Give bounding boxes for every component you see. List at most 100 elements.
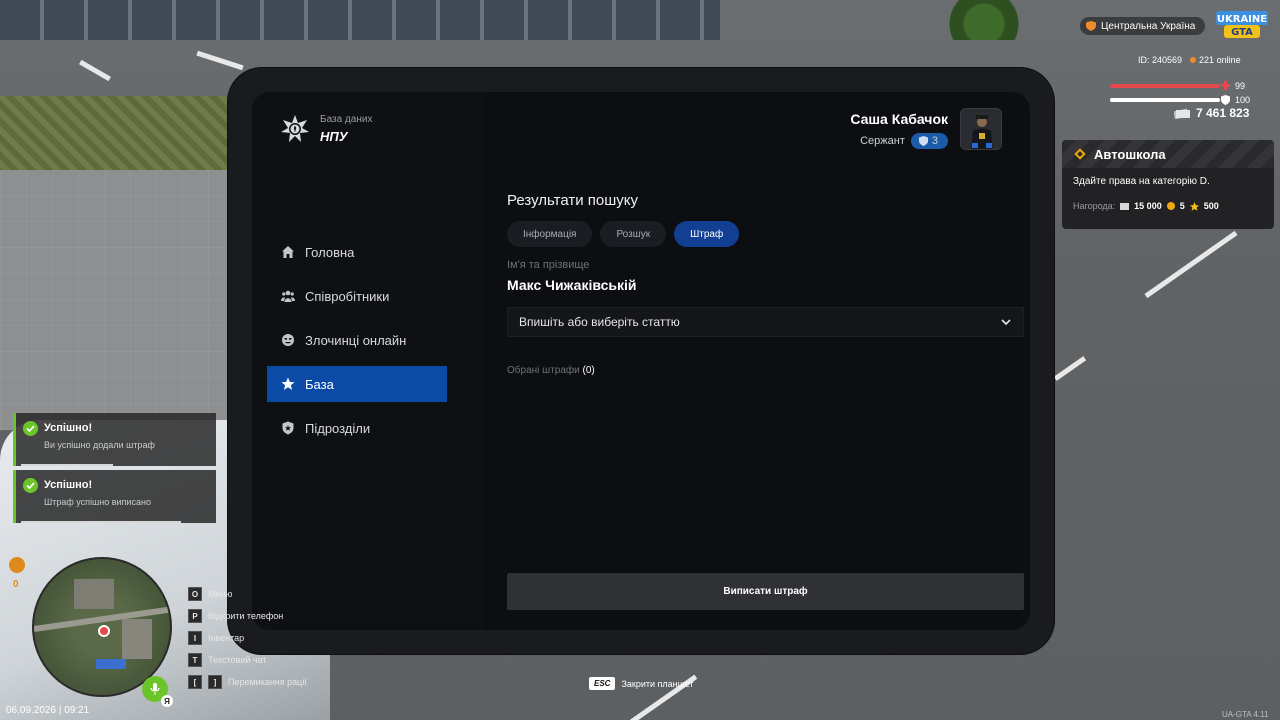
reward-money-icon [1120,202,1130,210]
esc-key: ESC [589,677,616,690]
microphone-icon [150,683,160,695]
sidebar-item-divisions[interactable]: Підрозділи [267,410,447,446]
sidebar-item-label: Співробітники [305,288,390,304]
key: I [188,631,202,645]
reward-coins: 5 [1179,201,1185,211]
keybind-row: I Інвентар [188,631,307,645]
key: T [188,653,202,667]
tab-wanted[interactable]: Розшук [600,221,667,247]
armor-bar [1110,98,1220,102]
version-label: UA-GTA 4.11 [1222,710,1269,719]
tree [948,0,1038,40]
check-icon [23,478,38,493]
profile: Саша Кабачок Сержант 3 [850,108,1002,150]
notification-progress [21,464,113,466]
quest-diamond-icon [1074,148,1086,160]
keybind-label: Інвентар [208,633,245,643]
quest-description: Здайте права на категорію D. [1073,176,1210,187]
name-value: Макс Чижаківській [507,277,637,293]
esc-hint-text: Закрити планшет [621,678,694,689]
users-icon [281,290,295,302]
tablet-screen: База даних НПУ Головна Співробітники Зло… [252,92,1030,630]
police-star-logo-icon [281,115,309,142]
chevron-down-icon [1001,319,1011,325]
keybind-label: Текстовий чат [208,655,267,665]
page-title: Результати пошуку [507,192,638,209]
keybind-row: O Меню [188,587,307,601]
player-id-row: ID: 240569 221 online [1138,55,1241,65]
sidebar: База даних НПУ Головна Співробітники Зло… [252,92,484,630]
tab-information[interactable]: Інформація [507,221,593,247]
selected-fines-label: Обрані штрафи [507,365,580,376]
money-icon [1174,108,1190,119]
sidebar-item-label: Головна [305,244,355,260]
notification-text: Ви успішно додали штраф [44,440,155,450]
quest-title: Автошкола [1094,146,1166,162]
issue-fine-button[interactable]: Виписати штраф [507,573,1024,610]
sidebar-item-employees[interactable]: Співробітники [267,278,447,314]
tabs: Інформація Розшук Штраф [507,221,1024,247]
pavement [0,170,240,430]
avatar [960,108,1002,150]
building [0,0,720,40]
health-cross-icon [1221,81,1230,90]
notification-title: Успішно! [44,479,93,491]
key: O [188,587,202,601]
keybind-label: Відкрити телефон [208,611,284,621]
region-name: Центральна Україна [1101,20,1196,32]
health-bar [1110,84,1220,88]
online-count: 221 online [1190,55,1241,65]
keybind-list: O Меню P Відкрити телефон I Інвентар T Т… [188,587,307,697]
selected-fines-count: (0) [582,365,595,376]
hunger-icon [9,557,25,573]
date-time: 06.09.2026 | 09:21 [6,705,90,716]
hunger-value: 0 [13,579,19,590]
svg-text:UKRAINE: UKRAINE [1217,14,1267,25]
sidebar-item-criminals-online[interactable]: Злочинці онлайн [267,322,447,358]
selected-fines: Обрані штрафи (0) [507,365,1024,376]
quest-panel: Автошкола Здайте права на категорію D. Н… [1062,140,1274,229]
criminal-icon [282,334,294,346]
rank-label: Сержант [860,135,905,147]
ukraine-gta-logo: UKRAINE GTA [1216,11,1268,38]
reward-coin-icon [1166,202,1175,210]
brand-subtitle: База даних [320,114,373,125]
sidebar-item-label: Злочинці онлайн [305,332,407,348]
shield-icon [282,421,294,435]
notification-success: Успішно! Ви успішно додали штраф [13,413,216,466]
player-id: ID: 240569 [1138,55,1183,65]
region-shield-icon [1086,21,1096,31]
money-value: 7 461 823 [1196,106,1250,120]
reward-money: 15 000 [1134,201,1162,211]
key: P [188,609,202,623]
sidebar-nav: Головна Співробітники Злочинці онлайн Ба… [267,234,447,454]
keybind-row: P Відкрити телефон [188,609,307,623]
home-icon [282,246,294,258]
online-count-text: 221 online [1199,55,1241,65]
notification-text: Штраф успішно виписано [44,497,151,507]
armor-shield-icon [1221,95,1230,105]
region-badge: Центральна Україна [1080,17,1206,35]
article-select-placeholder: Впишіть або виберіть статтю [519,315,680,329]
money: 7 461 823 [1174,106,1249,120]
police-tablet: База даних НПУ Головна Співробітники Зло… [228,68,1054,654]
voice-label-badge: Я [161,695,173,707]
sidebar-item-home[interactable]: Головна [267,234,447,270]
brand-title: НПУ [320,129,348,144]
rank-level: 3 [931,135,938,147]
profile-rank: Сержант 3 [850,133,948,149]
quest-header: Автошкола [1062,140,1274,168]
online-dot-icon [1190,57,1197,63]
check-icon [23,421,38,436]
reward-stars: 500 [1203,201,1219,211]
close-tablet-hint: ESC Закрити планшет [589,677,694,690]
keybind-row: T Текстовий чат [188,653,307,667]
article-select[interactable]: Впишіть або виберіть статтю [507,307,1024,337]
sidebar-item-database[interactable]: База [267,366,447,402]
name-label: Ім'я та прізвище [507,259,590,271]
notification-title: Успішно! [44,422,93,434]
tab-fine[interactable]: Штраф [674,221,740,247]
armor-value: 100 [1235,95,1251,105]
sidebar-item-label: База [305,376,334,392]
quest-reward: Нагорода: 15 000 5 500 [1062,187,1274,211]
